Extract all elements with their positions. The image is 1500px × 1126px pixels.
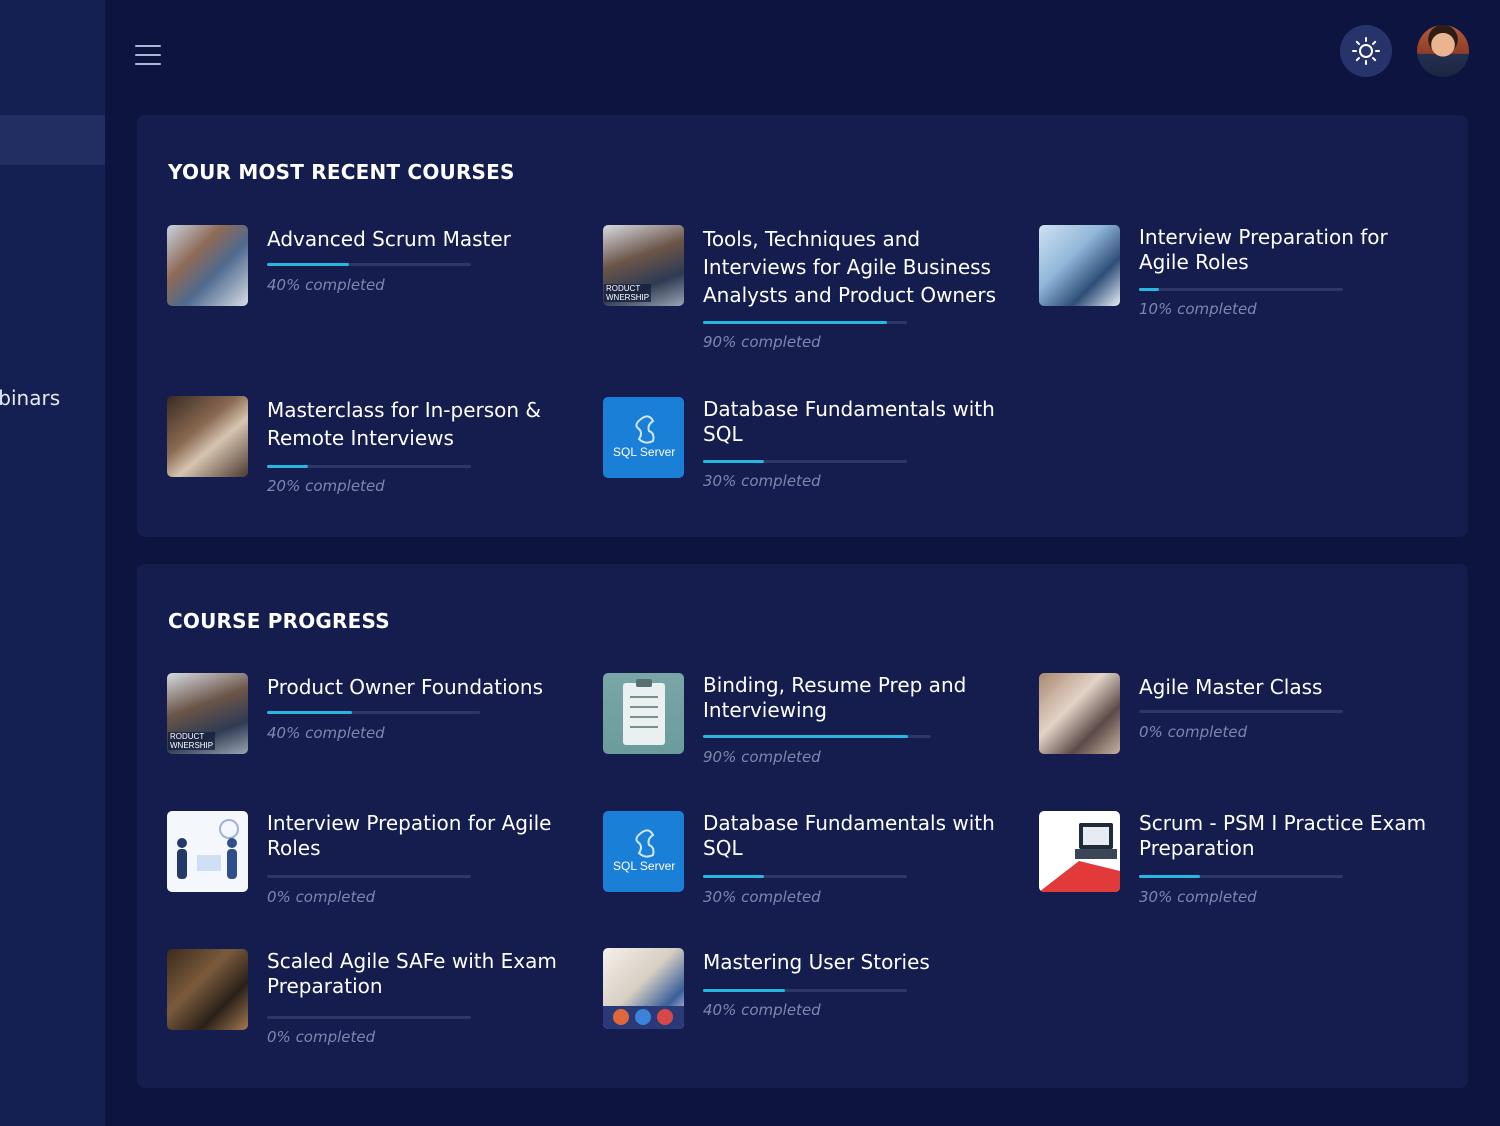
sql-server-label: SQL Server xyxy=(613,445,676,459)
progress-fill xyxy=(703,460,765,463)
course-title: Agile Master Class xyxy=(1139,675,1323,699)
clipboard-icon xyxy=(623,679,665,745)
progress-label: 40% completed xyxy=(267,276,385,294)
course-thumbnail xyxy=(1039,811,1120,892)
sidebar-item-webinars[interactable]: ebinars xyxy=(0,386,60,410)
progress-bar xyxy=(267,711,480,714)
progress-bar xyxy=(703,321,907,324)
app: ebinars YOUR MOST RECENT COURSES Advance… xyxy=(0,0,1500,1126)
progress-label: 30% completed xyxy=(703,472,821,490)
course-title: Interview Prepation for Agile Roles xyxy=(267,811,552,860)
course-thumbnail xyxy=(167,811,248,892)
course-card[interactable]: Scaled Agile SAFe with Exam Preparation … xyxy=(167,949,587,1049)
progress-fill xyxy=(267,263,349,266)
database-icon xyxy=(635,415,655,444)
progress-fill xyxy=(1139,875,1201,878)
sql-server-label: SQL Server xyxy=(613,859,676,873)
progress-fill xyxy=(703,875,765,878)
avatar[interactable] xyxy=(1417,25,1469,77)
course-thumbnail: SQL Server xyxy=(603,397,684,478)
theme-toggle-button[interactable] xyxy=(1340,25,1392,77)
course-card[interactable]: Scrum - PSM I Practice Exam Preparation … xyxy=(1039,811,1459,911)
progress-fill xyxy=(267,465,308,468)
course-title: Database Fundamentals with SQL xyxy=(703,811,995,860)
progress-fill xyxy=(703,321,887,324)
course-title: Scaled Agile SAFe with Exam Preparation xyxy=(267,949,557,998)
progress-fill xyxy=(267,711,353,714)
course-card[interactable]: Advanced Scrum Master 40% completed xyxy=(167,225,567,345)
course-thumbnail xyxy=(167,396,248,477)
progress-label: 40% completed xyxy=(703,1001,821,1019)
progress-label: 10% completed xyxy=(1139,300,1257,318)
course-card[interactable]: Mastering User Stories 40% completed xyxy=(603,948,1023,1048)
course-thumbnail: RODUCT WNERSHIP xyxy=(167,673,248,754)
progress-label: 30% completed xyxy=(1139,888,1257,906)
course-card[interactable]: Interview Prepation for Agile Roles 0% c… xyxy=(167,811,587,911)
laptop-icon xyxy=(1039,823,1120,892)
progress-bar xyxy=(703,989,907,992)
progress-fill xyxy=(1139,288,1160,291)
recent-courses-panel: YOUR MOST RECENT COURSES Advanced Scrum … xyxy=(137,115,1468,537)
course-card[interactable]: RODUCT WNERSHIP Product Owner Foundation… xyxy=(167,673,587,773)
course-thumbnail xyxy=(1039,225,1120,306)
progress-bar xyxy=(1139,710,1343,713)
progress-bar xyxy=(703,875,907,878)
progress-fill xyxy=(703,735,909,738)
course-thumbnail: RODUCT WNERSHIP xyxy=(603,225,684,306)
avatars-icon xyxy=(603,1006,684,1029)
progress-bar xyxy=(267,1016,471,1019)
progress-bar xyxy=(267,465,471,468)
progress-bar xyxy=(1139,875,1343,878)
course-progress-panel: COURSE PROGRESS RODUCT WNERSHIP Product … xyxy=(137,564,1468,1088)
progress-label: 30% completed xyxy=(703,888,821,906)
progress-bar xyxy=(267,875,471,878)
panel-title: COURSE PROGRESS xyxy=(168,609,390,633)
thumbnail-badge: RODUCT WNERSHIP xyxy=(168,732,216,750)
progress-bar xyxy=(703,735,931,738)
course-thumbnail xyxy=(167,949,248,1030)
course-title: Interview Preparation for Agile Roles xyxy=(1139,225,1388,274)
course-thumbnail xyxy=(1039,673,1120,754)
course-title: Scrum - PSM I Practice Exam Preparation xyxy=(1139,811,1427,860)
course-card[interactable]: SQL Server Database Fundamentals with SQ… xyxy=(603,397,1023,517)
progress-bar xyxy=(267,263,471,266)
course-thumbnail xyxy=(603,673,684,754)
progress-label: 0% completed xyxy=(1139,723,1248,741)
progress-bar xyxy=(703,460,907,463)
progress-label: 0% completed xyxy=(267,1028,376,1046)
course-card[interactable]: Binding, Resume Prep and Interviewing 90… xyxy=(603,673,1023,783)
course-thumbnail xyxy=(603,948,684,1029)
course-title: Database Fundamentals with SQL xyxy=(703,397,995,446)
course-title: Advanced Scrum Master xyxy=(267,227,511,251)
course-title: Binding, Resume Prep and Interviewing xyxy=(703,673,967,722)
course-title: Masterclass for In-person & Remote Inter… xyxy=(267,398,542,450)
progress-label: 90% completed xyxy=(703,748,821,766)
progress-bar xyxy=(1139,288,1343,291)
sun-icon xyxy=(1352,37,1380,65)
panel-title: YOUR MOST RECENT COURSES xyxy=(168,160,515,184)
sidebar: ebinars xyxy=(0,0,105,1126)
course-thumbnail: SQL Server xyxy=(603,811,684,892)
progress-label: 0% completed xyxy=(267,888,376,906)
course-card[interactable]: Interview Preparation for Agile Roles 10… xyxy=(1039,225,1439,345)
sidebar-active-item[interactable] xyxy=(0,115,105,165)
illustration-icon xyxy=(177,819,239,879)
course-card[interactable]: RODUCT WNERSHIP Tools, Techniques and In… xyxy=(603,225,1023,355)
progress-label: 90% completed xyxy=(703,333,821,351)
progress-label: 20% completed xyxy=(267,477,385,495)
course-title: Mastering User Stories xyxy=(703,950,930,974)
course-card[interactable]: Agile Master Class 0% completed xyxy=(1039,673,1439,773)
progress-label: 40% completed xyxy=(267,724,385,742)
course-card[interactable]: Masterclass for In-person & Remote Inter… xyxy=(167,396,587,516)
thumbnail-badge: RODUCT WNERSHIP xyxy=(604,284,652,302)
course-title: Product Owner Foundations xyxy=(267,675,544,699)
course-thumbnail xyxy=(167,225,248,306)
progress-fill xyxy=(703,989,785,992)
course-card[interactable]: SQL Server Database Fundamentals with SQ… xyxy=(603,811,1023,911)
database-icon xyxy=(635,829,655,858)
hamburger-menu-icon[interactable] xyxy=(135,43,161,67)
course-title: Tools, Techniques and Interviews for Agi… xyxy=(703,227,997,307)
